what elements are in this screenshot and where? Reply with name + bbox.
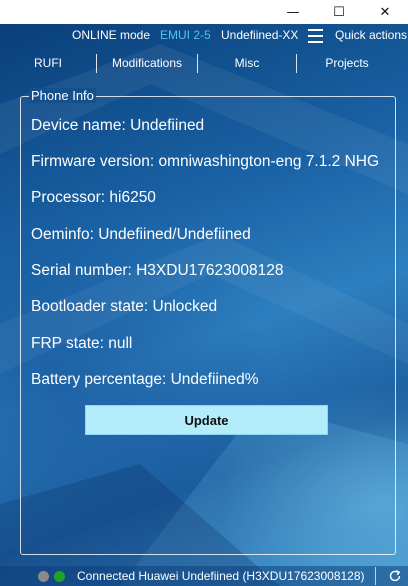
status-bar: Connected Huawei Undefiined (H3XDU176230…	[0, 566, 408, 586]
maximize-icon: ☐	[333, 4, 345, 20]
tab-modifications[interactable]: Modifications	[97, 52, 197, 74]
serial-number-field: Serial number: H3XDU17623008128	[31, 262, 284, 279]
minimize-button[interactable]: —	[270, 0, 316, 24]
model-label: Undefiined-XX	[221, 28, 299, 42]
device-name-field: Device name: Undefiined	[31, 117, 205, 134]
emui-link[interactable]: EMUI 2-5	[160, 28, 211, 42]
battery-percentage-field: Battery percentage: Undefiined%	[31, 371, 259, 388]
tab-bar: RUFI Modifications Misc Projects	[0, 52, 408, 76]
processor-field: Processor: hi6250	[31, 189, 156, 206]
connection-status-text: Connected Huawei Undefiined (H3XDU176230…	[77, 569, 365, 583]
mode-label: ONLINE mode	[72, 28, 151, 42]
close-button[interactable]: ✕	[362, 0, 408, 24]
tab-misc[interactable]: Misc	[198, 52, 296, 74]
header-bar: ONLINE mode EMUI 2-5 Undefiined-XX Quick…	[0, 24, 408, 48]
status-indicator-gray	[38, 571, 49, 582]
bootloader-state-field: Bootloader state: Unlocked	[31, 298, 218, 315]
tab-projects[interactable]: Projects	[297, 52, 397, 74]
status-indicator-green	[54, 571, 65, 582]
title-bar: — ☐ ✕	[0, 0, 408, 24]
phone-info-legend: Phone Info	[29, 88, 96, 103]
status-divider	[375, 567, 376, 585]
close-icon: ✕	[379, 4, 391, 20]
maximize-button[interactable]: ☐	[316, 0, 362, 24]
refresh-icon[interactable]	[388, 569, 402, 583]
frp-state-field: FRP state: null	[31, 335, 133, 352]
firmware-version-field: Firmware version: omniwashington-eng 7.1…	[31, 153, 380, 170]
update-button[interactable]: Update	[85, 405, 328, 435]
minimize-icon: —	[286, 4, 300, 20]
oeminfo-field: Oeminfo: Undefiined/Undefiined	[31, 226, 251, 243]
tab-rufi[interactable]: RUFI	[0, 52, 96, 74]
hamburger-menu-icon[interactable]	[308, 29, 323, 43]
quick-actions-button[interactable]: Quick actions	[335, 28, 407, 42]
